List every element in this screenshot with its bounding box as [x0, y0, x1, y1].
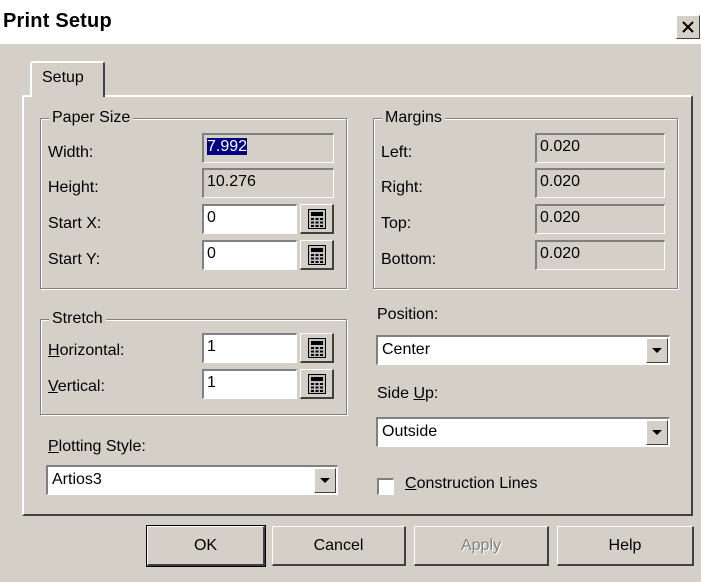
construction-lines-label-rest: onstruction Lines: [416, 475, 538, 492]
top-margin-value: 0.020: [540, 209, 581, 226]
plotting-style-label: Plotting Style:: [48, 438, 146, 456]
height-value: 10.276: [207, 173, 256, 190]
side-up-dropdown-button[interactable]: [646, 420, 668, 445]
calculator-icon: [307, 337, 326, 358]
close-icon: [682, 21, 694, 33]
apply-button-label: Apply: [460, 536, 502, 554]
top-margin-label: Top:: [381, 215, 412, 232]
top-margin-field[interactable]: 0.020: [535, 204, 665, 234]
calculator-icon: [307, 373, 326, 394]
tab-setup[interactable]: Setup: [30, 61, 105, 97]
start-x-calculator-button[interactable]: [300, 204, 334, 234]
window-title: Print Setup: [3, 10, 112, 32]
plotting-style-value: Artios3: [52, 471, 102, 488]
start-x-value: 0: [207, 209, 216, 226]
vertical-value: 1: [207, 374, 216, 391]
ok-button[interactable]: OK: [146, 525, 266, 567]
help-button[interactable]: Help: [557, 526, 694, 566]
width-value: 7.992: [207, 138, 248, 155]
height-label: Height:: [48, 179, 99, 196]
vertical-field[interactable]: 1: [202, 369, 297, 399]
margins-legend: Margins: [382, 108, 445, 128]
plotting-style-mnemonic: P: [48, 438, 59, 455]
start-y-field[interactable]: 0: [202, 240, 297, 270]
close-button[interactable]: [676, 15, 700, 39]
start-x-field[interactable]: 0: [202, 204, 297, 234]
plotting-style-label-rest: lotting Style:: [58, 438, 146, 455]
plotting-style-select[interactable]: Artios3: [46, 465, 338, 495]
start-y-value: 0: [207, 245, 216, 262]
paper-size-legend: Paper Size: [49, 108, 134, 128]
vertical-calculator-button[interactable]: [300, 369, 334, 399]
vertical-mnemonic: V: [48, 378, 58, 395]
bottom-margin-field[interactable]: 0.020: [535, 240, 665, 270]
horizontal-field[interactable]: 1: [202, 333, 297, 363]
chevron-down-icon: [652, 347, 662, 353]
side-up-label: Side Up:: [377, 385, 438, 403]
construction-lines-label[interactable]: Construction Lines: [405, 475, 538, 493]
horizontal-label: Horizontal:: [48, 342, 124, 360]
right-margin-field[interactable]: 0.020: [535, 168, 665, 198]
left-margin-value: 0.020: [540, 138, 581, 155]
height-field[interactable]: 10.276: [202, 168, 334, 198]
horizontal-value: 1: [207, 338, 216, 355]
horizontal-mnemonic: H: [48, 342, 60, 359]
help-button-label: Help: [608, 536, 642, 554]
side-up-mnemonic: U: [413, 385, 426, 402]
left-margin-field[interactable]: 0.020: [535, 133, 665, 163]
right-margin-label: Right:: [381, 179, 423, 196]
side-up-label-prefix: Side: [377, 385, 414, 402]
vertical-label: Vertical:: [48, 378, 105, 396]
calculator-icon: [307, 208, 326, 229]
start-x-label: Start X:: [48, 215, 102, 232]
tab-setup-label: Setup: [42, 69, 84, 86]
vertical-label-rest: ertical:: [57, 378, 105, 395]
stretch-legend: Stretch: [49, 309, 106, 329]
position-label: Position:: [377, 306, 439, 323]
chevron-down-icon: [320, 477, 330, 483]
left-margin-label: Left:: [381, 144, 413, 161]
horizontal-label-rest: orizontal:: [59, 342, 125, 359]
right-margin-value: 0.020: [540, 173, 581, 190]
start-y-calculator-button[interactable]: [300, 240, 334, 270]
width-field[interactable]: 7.992: [202, 133, 334, 163]
side-up-select[interactable]: Outside: [376, 417, 670, 447]
plotting-style-dropdown-button[interactable]: [314, 468, 336, 493]
start-y-label: Start Y:: [48, 251, 101, 268]
side-up-value: Outside: [382, 423, 438, 440]
title-bar: Print Setup: [0, 0, 701, 44]
ok-button-label: OK: [193, 536, 218, 554]
chevron-down-icon: [652, 429, 662, 435]
horizontal-calculator-button[interactable]: [300, 333, 334, 363]
construction-lines-checkbox[interactable]: [377, 478, 394, 495]
side-up-label-rest: p:: [425, 385, 439, 402]
width-label: Width:: [48, 144, 94, 161]
position-dropdown-button[interactable]: [646, 338, 668, 363]
bottom-margin-value: 0.020: [540, 245, 581, 262]
setup-panel: Paper Size Width: 7.992 Height: 10.276 S…: [22, 95, 693, 516]
position-select[interactable]: Center: [376, 335, 670, 365]
calculator-icon: [307, 244, 326, 265]
cancel-button[interactable]: Cancel: [272, 526, 406, 566]
cancel-button-label: Cancel: [313, 536, 364, 554]
bottom-margin-label: Bottom:: [381, 251, 437, 268]
position-value: Center: [382, 341, 431, 358]
construction-lines-mnemonic: C: [405, 475, 417, 492]
apply-button[interactable]: Apply: [414, 526, 549, 566]
